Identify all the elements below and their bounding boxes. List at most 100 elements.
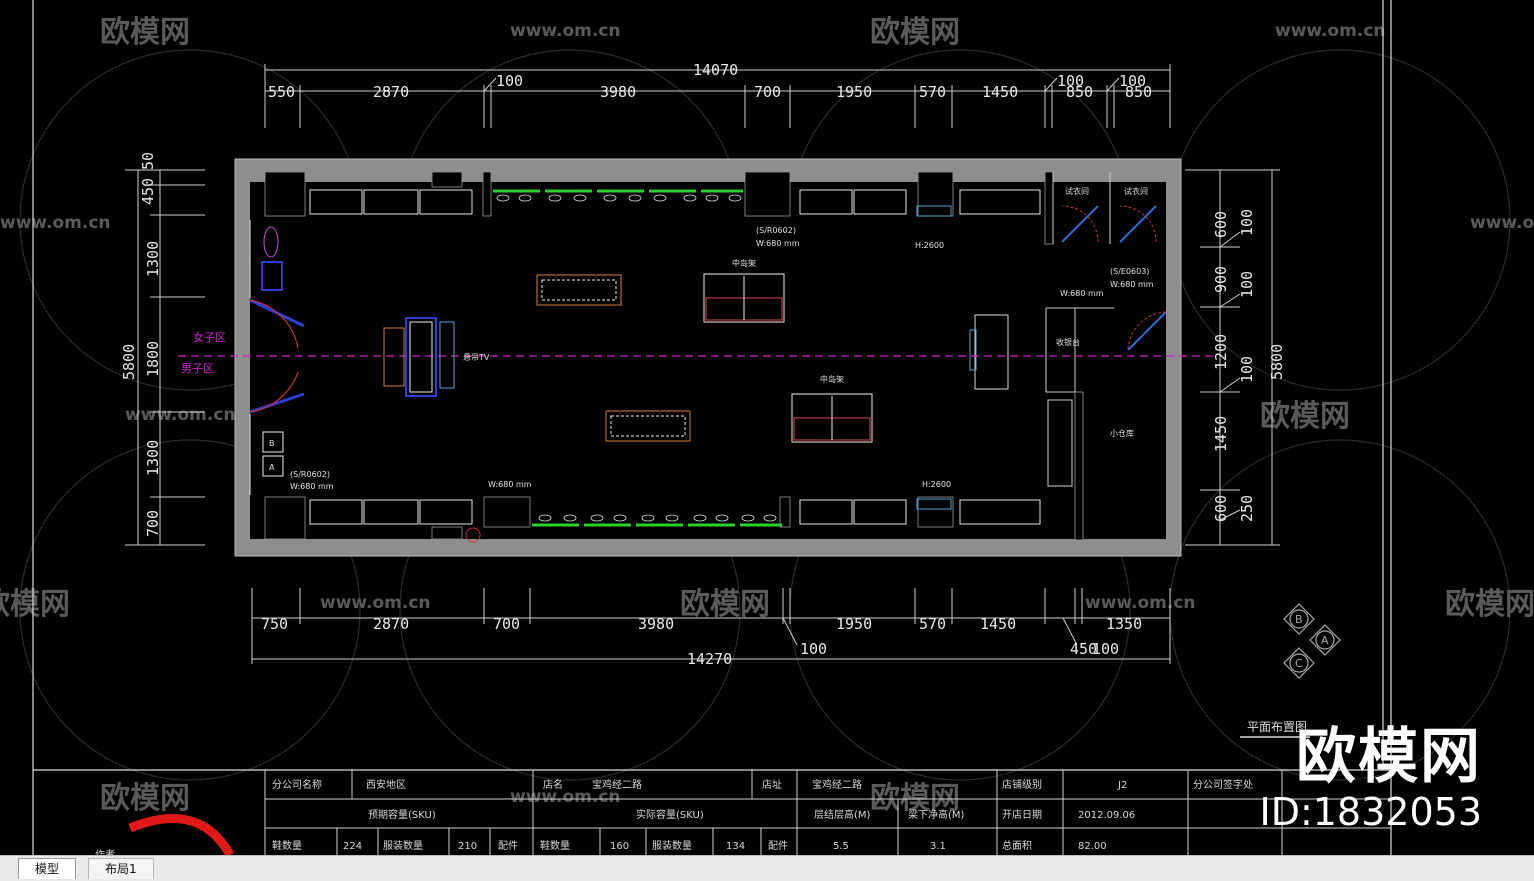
tb-r1c7: 店铺级别 bbox=[1002, 778, 1042, 791]
tb-r2c3: 层结层高(M) bbox=[814, 808, 871, 821]
right-dimension-lines bbox=[1185, 169, 1280, 546]
bottom-dimensions: 750 2870 700 3980 100 1950 570 1450 1350… bbox=[261, 615, 1142, 668]
tb-r1c6: 宝鸡经二路 bbox=[812, 778, 862, 791]
dim-left-6: 1300 bbox=[144, 440, 162, 476]
tb-r1c1: 分公司名称 bbox=[272, 778, 322, 791]
dim-top-6: 1950 bbox=[836, 83, 872, 101]
top-dimensions: 14070 550 2870 100 3980 700 1950 570 145… bbox=[268, 61, 1152, 101]
zone-female-label: 女子区 bbox=[193, 330, 226, 344]
dim-right-1: 600 bbox=[1212, 211, 1230, 238]
dim-bottom-6: 1950 bbox=[836, 615, 872, 633]
dim-top-10: 850 bbox=[1066, 83, 1093, 101]
dim-left-4: 5800 bbox=[120, 344, 138, 380]
left-dimensions: 450 50 1300 5800 1800 1300 700 bbox=[120, 152, 162, 537]
watermark-brand: 欧模网 bbox=[1260, 399, 1350, 434]
tb-r2c2: 实际容量(SKU) bbox=[636, 808, 704, 821]
dim-top-1: 550 bbox=[268, 83, 295, 101]
watermark-brand: 欧模网 bbox=[680, 587, 770, 622]
dim-right-9: 600 bbox=[1212, 495, 1230, 522]
tb-r1c3: 店名 bbox=[543, 778, 563, 791]
tb-r2c5: 开店日期 bbox=[1002, 808, 1042, 821]
mid-island-label-2: 中岛架 bbox=[820, 374, 844, 384]
dim-top-12: 850 bbox=[1125, 83, 1152, 101]
dim-bottom-8: 1450 bbox=[980, 615, 1016, 633]
dim-bottom-5: 100 bbox=[800, 640, 827, 658]
marker-a-label: A bbox=[269, 463, 275, 472]
view-markers[interactable]: B A C bbox=[1283, 603, 1341, 679]
watermark-site: www.om.cn bbox=[1275, 21, 1386, 41]
sku-label-right: (S/E0603) bbox=[1110, 267, 1149, 276]
dim-right-3: 900 bbox=[1212, 266, 1230, 293]
zone-male-label: 男子区 bbox=[181, 362, 214, 375]
dim-right-2: 100 bbox=[1238, 209, 1256, 236]
brand-overlay-name: 欧模网 bbox=[1296, 722, 1482, 792]
width-label-right-2: W:680 mm bbox=[1060, 289, 1104, 298]
dim-bottom-11: 100 bbox=[1092, 640, 1119, 658]
mid-island-label-1: 中岛架 bbox=[732, 258, 756, 268]
tb-r3c12: 3.1 bbox=[930, 841, 946, 852]
dim-top-5: 700 bbox=[754, 83, 781, 101]
watermark-brand: 欧模网 bbox=[100, 15, 190, 50]
cashier-label: 收银台 bbox=[1056, 337, 1080, 347]
tb-r1c9: 分公司签字处 bbox=[1193, 778, 1253, 791]
right-dimensions: 600 100 900 100 1200 5800 100 1450 600 2… bbox=[1212, 209, 1286, 522]
tb-r3c6: 鞋数量 bbox=[540, 839, 570, 852]
tab-layout1[interactable]: 布局1 bbox=[88, 858, 154, 879]
dim-bottom-7: 570 bbox=[919, 615, 946, 633]
tb-r3c2: 224 bbox=[343, 841, 362, 852]
dim-bottom-4: 3980 bbox=[638, 615, 674, 633]
fitting-room-label-a: 试衣间 bbox=[1065, 186, 1089, 196]
dim-bottom-3: 700 bbox=[493, 615, 520, 633]
floor-plan[interactable]: 女子区 男子区 悬吊TV 试衣间 试衣间 (S/R0602) W:680 mm … bbox=[178, 158, 1215, 557]
height-label-bottom: H:2600 bbox=[922, 480, 951, 489]
tb-r3c8: 服装数量 bbox=[652, 839, 692, 852]
dim-top-total: 14070 bbox=[693, 61, 738, 79]
dim-right-6: 5800 bbox=[1268, 344, 1286, 380]
tb-r2c6: 2012.09.06 bbox=[1078, 810, 1135, 821]
tb-r1c4: 宝鸡经二路 bbox=[592, 778, 642, 791]
dim-bottom-total: 14270 bbox=[687, 650, 732, 668]
title-block: 作者 分公司名称 西安地区 店名 宝鸡经二路 店址 宝鸡经二路 店铺级别 J2 … bbox=[95, 770, 1391, 855]
watermark-site: www.om.cn bbox=[1470, 213, 1534, 233]
layout-tab-bar: 模型 布局1 bbox=[0, 855, 1534, 881]
storage-label: 小仓库 bbox=[1110, 428, 1134, 438]
tb-r3c4: 210 bbox=[458, 841, 477, 852]
fitting-room-label-b: 试衣间 bbox=[1124, 186, 1148, 196]
sku-label-left: (S/R0602) bbox=[290, 470, 330, 479]
dim-right-7: 100 bbox=[1238, 356, 1256, 383]
tb-r3c11: 5.5 bbox=[833, 841, 849, 852]
tb-r1c8: J2 bbox=[1117, 780, 1127, 791]
watermark-brand: 欧模网 bbox=[1445, 587, 1534, 622]
dim-bottom-9: 1350 bbox=[1106, 615, 1142, 633]
interior-floor bbox=[250, 182, 1166, 539]
marker-b-label: B bbox=[269, 439, 275, 448]
watermark-brand: 欧模网 bbox=[870, 15, 960, 50]
dim-right-10: 250 bbox=[1238, 495, 1256, 522]
width-label-left: W:680 mm bbox=[290, 482, 334, 491]
tb-r3c3: 服装数量 bbox=[383, 839, 423, 852]
dim-left-2: 50 bbox=[139, 152, 157, 170]
sku-label-top: (S/R0602) bbox=[756, 226, 796, 235]
tab-model[interactable]: 模型 bbox=[18, 858, 77, 879]
watermark-brand: 欧模网 bbox=[100, 781, 190, 816]
dim-top-3: 100 bbox=[496, 72, 523, 90]
logo-swoosh bbox=[128, 814, 234, 855]
tb-r3c14: 82.00 bbox=[1078, 841, 1107, 852]
dim-left-5: 1800 bbox=[144, 341, 162, 377]
tb-r1c2: 西安地区 bbox=[366, 778, 406, 791]
watermark-site: www.om.cn bbox=[320, 593, 431, 613]
tb-r3c10: 配件 bbox=[768, 840, 788, 852]
dim-bottom-1: 750 bbox=[261, 615, 288, 633]
watermark-site: www.om.cn bbox=[1085, 593, 1196, 613]
watermark-site: www.om.cn bbox=[125, 405, 236, 425]
watermark-site: www.om.cn bbox=[510, 21, 621, 41]
tb-r1c5: 店址 bbox=[762, 778, 782, 791]
view-marker-c: C bbox=[1295, 657, 1303, 670]
dim-bottom-2: 2870 bbox=[373, 615, 409, 633]
watermark-brand: 欧模网 bbox=[0, 587, 70, 622]
tb-r3c13: 总面积 bbox=[1002, 839, 1032, 852]
watermark-site: www.om.cn bbox=[0, 213, 111, 233]
height-label-top: H:2600 bbox=[915, 241, 944, 250]
dim-left-3: 1300 bbox=[144, 241, 162, 277]
tb-r3c9: 134 bbox=[726, 841, 745, 852]
